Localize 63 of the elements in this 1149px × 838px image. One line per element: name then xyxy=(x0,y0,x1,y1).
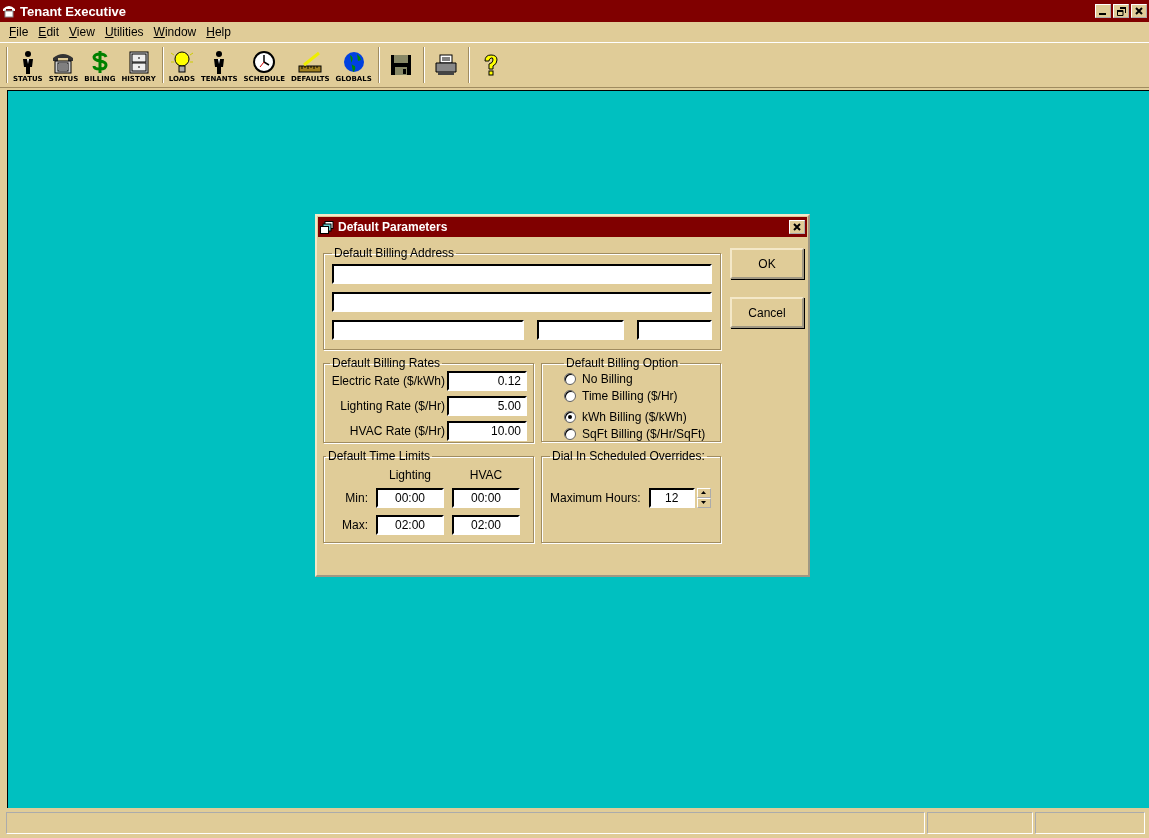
radio-label[interactable]: Time Billing ($/Hr) xyxy=(582,389,678,403)
close-icon xyxy=(793,223,801,231)
input-field[interactable]: 10.00 xyxy=(447,421,527,441)
input-field[interactable]: 5.00 xyxy=(447,396,527,416)
close-icon xyxy=(1135,7,1143,15)
input-field[interactable] xyxy=(537,320,624,340)
input-field[interactable]: 02:00 xyxy=(376,514,444,535)
input-field[interactable]: 02:00 xyxy=(452,514,520,535)
globe-icon xyxy=(341,50,366,74)
menu-item[interactable]: Help xyxy=(201,25,236,39)
up-arrow-icon xyxy=(701,491,707,494)
window-stack-icon xyxy=(320,220,334,234)
radio-label[interactable]: kWh Billing ($/kWh) xyxy=(582,410,687,424)
cabinet-icon xyxy=(126,50,151,74)
field-label: Maximum Hours: xyxy=(550,490,641,505)
restore-button[interactable] xyxy=(1113,4,1129,18)
dialog-button[interactable]: OK xyxy=(730,248,804,279)
down-arrow-icon xyxy=(701,501,707,504)
telephone-icon xyxy=(2,4,16,18)
dialog-button[interactable]: Cancel xyxy=(730,297,804,328)
menu-item[interactable]: Utilities xyxy=(99,25,149,39)
light-bulb-icon xyxy=(169,50,194,74)
input-field[interactable]: 12 xyxy=(648,487,695,508)
menu-item[interactable]: Edit xyxy=(33,25,65,39)
menu-item[interactable]: View xyxy=(64,25,100,39)
close-button[interactable] xyxy=(789,220,805,234)
radio-button[interactable] xyxy=(564,390,576,402)
field-label: Max: xyxy=(342,517,368,532)
menu-item[interactable]: Window xyxy=(148,25,202,39)
radio-label[interactable]: No Billing xyxy=(582,372,633,386)
input-field[interactable] xyxy=(637,320,712,340)
menu-item[interactable]: File xyxy=(4,25,34,39)
column-header: HVAC xyxy=(469,468,503,483)
field-label: HVAC Rate ($/Hr) xyxy=(349,424,445,438)
field-label: Min: xyxy=(345,491,368,506)
group-label: Default Billing Address xyxy=(333,246,456,260)
printer-icon xyxy=(433,53,458,77)
field-label: Electric Rate ($/kWh) xyxy=(331,374,445,388)
spin-up-button[interactable] xyxy=(696,487,711,498)
input-field[interactable] xyxy=(332,264,712,284)
input-field[interactable] xyxy=(332,292,712,312)
input-field[interactable] xyxy=(332,320,524,340)
group-label: Dial In Scheduled Overrides: xyxy=(551,449,706,463)
field-label: Lighting Rate ($/Hr) xyxy=(340,399,445,413)
column-header: Lighting xyxy=(388,468,431,483)
restore-icon xyxy=(1116,6,1126,16)
close-button[interactable] xyxy=(1131,4,1147,18)
radio-button[interactable] xyxy=(564,411,576,423)
dialog-title: Default Parameters xyxy=(338,220,448,234)
ruler-pencil-icon xyxy=(298,50,323,74)
window-title: Tenant Executive xyxy=(20,3,126,19)
input-field[interactable]: 00:00 xyxy=(452,488,520,509)
minimize-button[interactable] xyxy=(1095,4,1111,18)
group-label: Default Billing Option xyxy=(565,356,680,370)
radio-button[interactable] xyxy=(564,428,576,440)
group-label: Default Time Limits xyxy=(327,449,432,463)
clock-icon xyxy=(252,50,277,74)
spin-down-button[interactable] xyxy=(696,497,711,508)
input-field[interactable]: 00:00 xyxy=(376,488,444,509)
radio-button[interactable] xyxy=(564,373,576,385)
input-field[interactable]: 0.12 xyxy=(447,371,527,391)
radio-label[interactable]: SqFt Billing ($/Hr/SqFt) xyxy=(582,427,706,441)
group-label: Default Billing Rates xyxy=(331,356,442,370)
